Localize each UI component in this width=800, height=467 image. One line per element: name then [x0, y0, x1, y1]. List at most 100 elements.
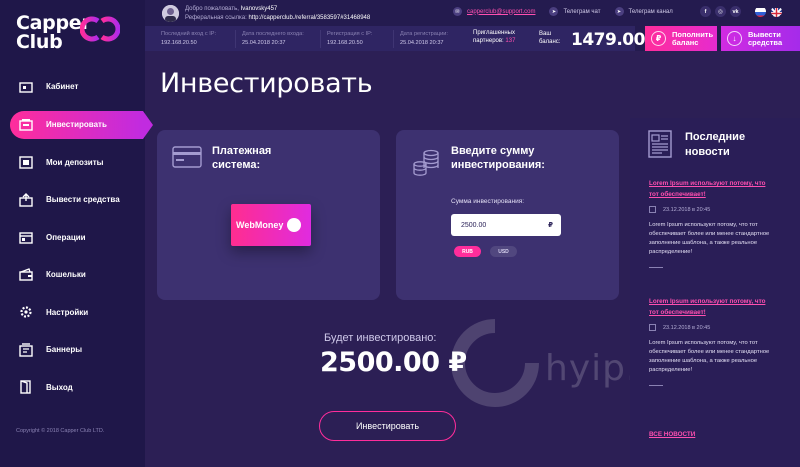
sidebar-item-banners[interactable]: Баннеры [0, 331, 145, 369]
news-text: Lorem Ipsum используют потому, что тот о… [649, 222, 770, 255]
sidebar-item-operations[interactable]: Операции [0, 219, 145, 257]
vk-icon[interactable]: vk [730, 6, 741, 17]
stats-bar: Последний вход с IP: 192.168.20.50 Дата … [145, 26, 657, 51]
operations-icon [18, 229, 34, 245]
credit-card-icon [172, 146, 202, 168]
sidebar-item-label: Кабинет [46, 82, 79, 92]
username[interactable]: Ivanovsky457 [241, 6, 278, 12]
sidebar-item-deposits[interactable]: Мои депозиты [0, 144, 145, 182]
news-headline-line: тот обеспечивает! [649, 191, 706, 198]
telegram-icon: ➤ [614, 7, 624, 16]
news-headline-link[interactable]: Lorem Ipsum используют потому, что тот о… [649, 296, 789, 318]
news-headline-line: тот обеспечивает! [649, 309, 706, 316]
news-title: Последние новости [685, 130, 745, 160]
sidebar-item-wallets[interactable]: Кошельки [0, 256, 145, 294]
last-date-value: 25.04.2018 20:37 [242, 40, 286, 46]
reg-ip-stat: Регистрация с IP: 192.168.20.50 [320, 30, 372, 48]
hyip-watermark: hyip. [545, 348, 639, 389]
contacts: ✉ capperclub@support.com ➤ Телеграм чат … [453, 7, 687, 16]
sidebar-item-label: Баннеры [46, 345, 83, 355]
news-title-line: Последние [685, 131, 746, 143]
referral-label: Реферальная ссылка: [185, 15, 247, 21]
settings-icon [18, 304, 34, 320]
invited-count: 137 [505, 38, 516, 44]
amount-title-line: инвестирования: [451, 159, 545, 171]
logo[interactable]: Capper Club [16, 12, 126, 54]
reg-date-stat: Дата регистрации: 25.04.2018 20:37 [393, 30, 448, 48]
news-divider [649, 267, 663, 268]
payment-title-line: Платежная [212, 145, 272, 157]
sidebar-item-withdraw[interactable]: Вывести средства [0, 181, 145, 219]
telegram-chat-link[interactable]: Телеграм чат [563, 9, 600, 15]
last-date-stat: Дата последнего входа: 25.04.2018 20:37 [235, 30, 304, 48]
invited-partners: Приглашенных партнеров: 137 [473, 29, 515, 45]
referral-link[interactable]: http://capperclub./referral/3583597#3146… [248, 15, 370, 21]
withdraw-funds-button[interactable]: ↓ Вывести средства [721, 26, 800, 51]
coins-icon [413, 149, 439, 176]
balance-value: 1479.00$ [571, 30, 657, 50]
logo-mark-icon [80, 16, 120, 42]
invited-label: партнеров: [473, 38, 504, 44]
amount-input-value: 2500.00 [461, 221, 487, 229]
payment-method-label: WebMoney [236, 220, 284, 230]
withdraw-arrow-icon: ↓ [727, 31, 742, 46]
telegram-chat-contact[interactable]: ➤ Телеграм чат [549, 7, 601, 16]
last-date-label: Дата последнего входа: [242, 31, 304, 37]
sidebar-item-label: Кошельки [46, 270, 86, 280]
balance-label: Ваш баланс: [539, 30, 560, 46]
newspaper-icon [648, 130, 672, 158]
news-date-text: 23.12.2018 в 20:45 [663, 324, 711, 331]
news-headline-link[interactable]: Lorem Ipsum используют потому, что тот о… [649, 178, 789, 200]
balance-label-line: баланс: [539, 39, 561, 45]
deposit-label: Пополнить баланс [672, 30, 713, 47]
last-ip-label: Последний вход с IP: [161, 31, 217, 37]
amount-title: Введите сумму инвестирования: [451, 144, 545, 172]
news-headline-line: Lorem Ipsum используют потому, что [649, 298, 766, 305]
withdraw-icon [18, 192, 34, 208]
copyright: Copyright © 2018 Capper Club LTD. [16, 428, 105, 434]
wallets-icon [18, 267, 34, 283]
english-flag-icon[interactable] [771, 6, 782, 17]
reg-ip-label: Регистрация с IP: [327, 31, 373, 37]
amount-input[interactable]: 2500.00 ₽ [451, 214, 561, 236]
news-date-text: 23.12.2018 в 20:45 [663, 206, 711, 213]
sidebar-item-settings[interactable]: Настройки [0, 294, 145, 332]
will-invest-label: Будет инвестировано: [324, 332, 437, 344]
invited-label: Приглашенных [473, 30, 515, 36]
news-text: Lorem Ipsum используют потому, что тот о… [649, 340, 770, 373]
avatar[interactable] [162, 5, 179, 22]
facebook-icon[interactable]: f [700, 6, 711, 17]
telegram-channel-link[interactable]: Телеграм канал [629, 9, 673, 15]
sidebar-item-cabinet[interactable]: Кабинет [0, 68, 145, 106]
webmoney-option[interactable]: WebMoney [231, 204, 311, 246]
currency-rub-button[interactable]: RUB [454, 246, 481, 257]
deposit-balance-button[interactable]: ₽ Пополнить баланс [645, 26, 717, 51]
russian-flag-icon[interactable] [755, 6, 766, 17]
news-item: Lorem Ipsum используют потому, что тот о… [649, 296, 789, 386]
email-contact[interactable]: ✉ capperclub@support.com [453, 7, 535, 16]
sidebar-item-label: Вывести средства [46, 195, 120, 205]
social-links: f ◎ vk [700, 6, 745, 17]
cabinet-icon [18, 79, 34, 95]
welcome-label: Добро пожаловать, [185, 6, 239, 12]
sidebar-item-invest[interactable]: Инвестировать [10, 110, 153, 139]
email-link[interactable]: capperclub@support.com [467, 9, 535, 15]
news-headline-line: Lorem Ipsum используют потому, что [649, 180, 766, 187]
payment-system-title: Платежная система: [212, 144, 271, 172]
payment-title-line: система: [212, 159, 261, 171]
amount-field-label: Сумма инвестирования: [451, 198, 525, 205]
page-title: Инвестировать [160, 68, 373, 99]
invest-button[interactable]: Инвестировать [319, 411, 456, 441]
sidebar-nav: Кабинет Инвестировать Мои депозиты Вывес… [0, 68, 153, 407]
all-news-link[interactable]: ВСЕ НОВОСТИ [649, 431, 695, 438]
currency-usd-button[interactable]: USD [490, 246, 517, 257]
telegram-channel-contact[interactable]: ➤ Телеграм канал [614, 7, 673, 16]
ruble-icon: ₽ [548, 222, 553, 229]
news-divider [649, 385, 663, 386]
sidebar-item-exit[interactable]: Выход [0, 369, 145, 407]
banners-icon [18, 342, 34, 358]
sidebar-item-label: Операции [46, 232, 86, 242]
balance-label-line: Ваш [539, 31, 552, 37]
instagram-icon[interactable]: ◎ [715, 6, 726, 17]
welcome-block: Добро пожаловать, Ivanovsky457 Реферальн… [185, 5, 370, 23]
